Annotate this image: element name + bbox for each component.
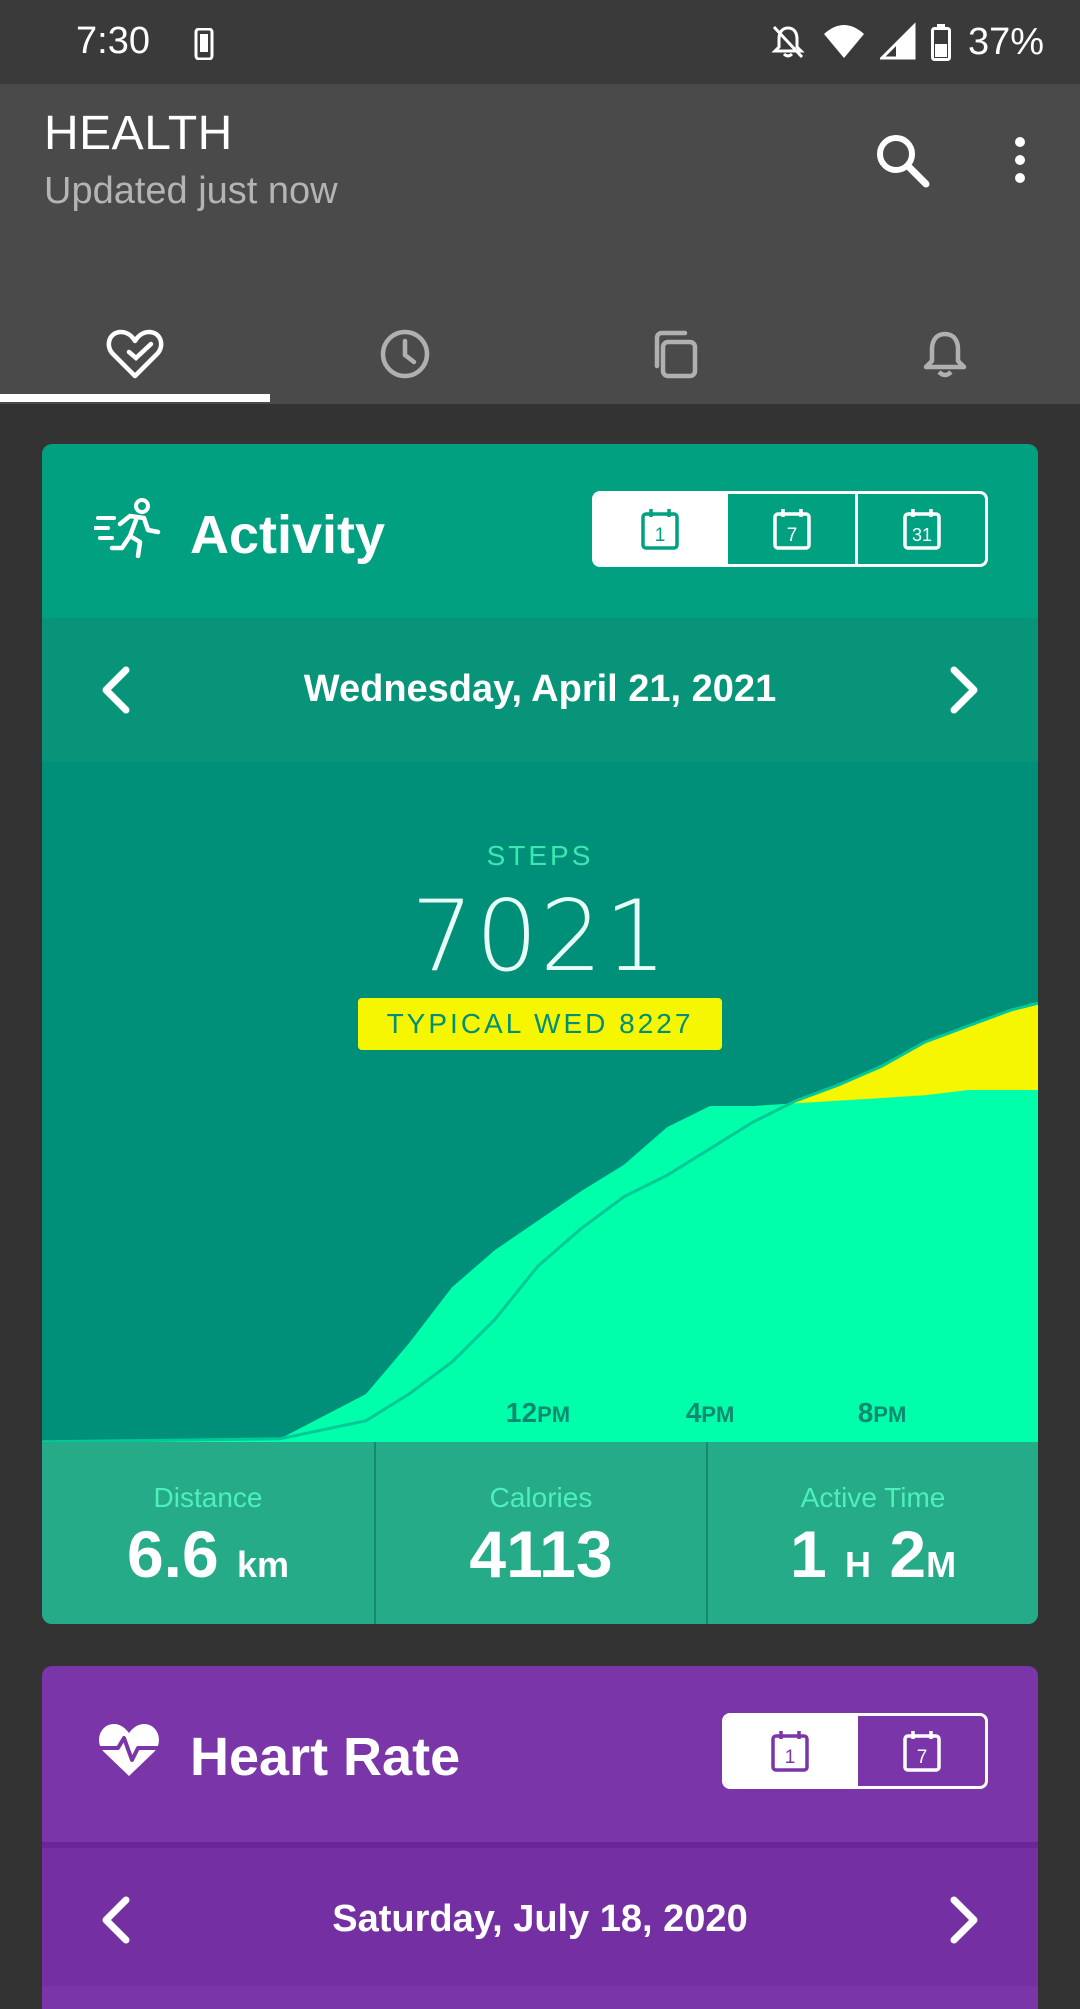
heart-rate-card[interactable]: Heart Rate 1 7 Saturday, July 18, 2020 — [42, 1666, 1038, 2009]
range-day-label: 1 — [655, 525, 666, 546]
bell-icon — [923, 331, 967, 378]
stat-active-time-value: 1 H 2M — [708, 1516, 1038, 1592]
heart-rate-header: Heart Rate 1 7 — [42, 1666, 1038, 1840]
tab-health[interactable] — [0, 314, 270, 404]
status-bar: 7:30 37% — [0, 0, 1080, 84]
activity-date: Wednesday, April 21, 2021 — [303, 668, 777, 710]
tab-history[interactable] — [270, 314, 540, 404]
activity-range-toggle: 1 7 31 — [592, 491, 988, 567]
calendar-month-icon: 31 — [902, 509, 941, 550]
status-icons: 37% — [768, 20, 1044, 64]
range-month-label: 31 — [911, 525, 931, 545]
stat-active-time-label: Active Time — [800, 1482, 946, 1513]
activity-header: Activity 1 7 31 — [42, 444, 1038, 618]
more-vert-icon[interactable] — [1000, 128, 1040, 192]
chevron-right-icon[interactable] — [938, 1892, 988, 1948]
calendar-week-icon: 7 — [772, 509, 811, 550]
status-time: 7:30 — [76, 20, 150, 62]
range-day-option[interactable]: 1 — [595, 494, 725, 564]
x-tick-label-1: 4PM — [686, 1397, 735, 1428]
stat-calories: Calories 4113 — [374, 1442, 706, 1624]
range-month-option[interactable]: 31 — [855, 494, 985, 564]
battery-icon — [930, 24, 951, 61]
heart-check-icon — [106, 329, 164, 379]
stat-distance: Distance 6.6 km — [42, 1442, 374, 1624]
running-icon — [94, 498, 161, 558]
clock-icon — [380, 329, 430, 379]
wifi-icon — [823, 25, 864, 58]
search-icon[interactable] — [870, 128, 934, 192]
activity-date-navigator: Wednesday, April 21, 2021 — [42, 618, 1038, 762]
steps-chart[interactable]: 12PM 4PM 8PM STEPS 7021 TYPICAL WED 8227 — [42, 762, 1038, 1442]
heart-rate-date: Saturday, July 18, 2020 — [332, 1898, 748, 1940]
battery-percent: 37% — [967, 20, 1044, 63]
stat-distance-label: Distance — [153, 1482, 263, 1513]
selected-tab-indicator — [0, 394, 270, 402]
copy-icon — [654, 330, 698, 379]
tab-devices[interactable] — [540, 314, 810, 404]
calendar-week-icon: 7 — [902, 1731, 941, 1772]
active-hours-number: 1 — [789, 1517, 827, 1591]
typical-badge: TYPICAL WED 8227 — [358, 998, 722, 1050]
calendar-day-icon: 1 — [771, 1731, 809, 1772]
phone-icon — [194, 28, 214, 60]
steps-label: STEPS — [486, 840, 594, 871]
activity-title: Activity — [190, 505, 386, 565]
heart-range-week-label: 7 — [916, 1747, 927, 1768]
x-tick-label-2: 8PM — [858, 1397, 907, 1428]
active-minutes-number: 2 — [889, 1517, 927, 1591]
activity-stats: Distance 6.6 km Calories 4113 Active Tim… — [42, 1442, 1038, 1624]
tab-notifications[interactable] — [810, 314, 1080, 404]
heart-rate-title: Heart Rate — [190, 1727, 461, 1787]
heart-rate-date-navigator: Saturday, July 18, 2020 — [42, 1842, 1038, 1986]
stat-distance-value: 6.6 km — [42, 1516, 374, 1592]
steps-value: 7021 — [411, 880, 669, 994]
heart-range-day-label: 1 — [785, 1747, 796, 1768]
chevron-right-icon[interactable] — [938, 662, 988, 718]
app-bar: HEALTH Updated just now — [0, 84, 1080, 404]
active-minutes-unit: M — [926, 1544, 957, 1585]
distance-number: 6.6 — [126, 1517, 219, 1591]
app-subtitle: Updated just now — [44, 170, 338, 212]
stat-calories-value: 4113 — [469, 1517, 613, 1591]
app-title: HEALTH — [44, 107, 233, 160]
calendar-day-icon: 1 — [641, 509, 679, 550]
range-week-label: 7 — [786, 525, 797, 546]
heart-pulse-icon — [99, 1724, 159, 1776]
heart-range-week-option[interactable]: 7 — [855, 1716, 985, 1786]
range-week-option[interactable]: 7 — [725, 494, 855, 564]
tab-bar — [0, 314, 1080, 404]
heart-range-toggle: 1 7 — [722, 1713, 988, 1789]
activity-card[interactable]: Activity 1 7 31 Wednesday, April 21, 202… — [42, 444, 1038, 1624]
notifications-off-icon — [771, 25, 805, 59]
stat-calories-label: Calories — [489, 1482, 593, 1513]
cell-signal-icon — [879, 22, 916, 60]
heart-range-day-option[interactable]: 1 — [725, 1716, 855, 1786]
stat-active-time: Active Time 1 H 2M — [706, 1442, 1038, 1624]
x-tick-label-0: 12PM — [506, 1397, 570, 1428]
active-hours-unit: H — [845, 1544, 871, 1585]
distance-unit: km — [237, 1544, 290, 1585]
